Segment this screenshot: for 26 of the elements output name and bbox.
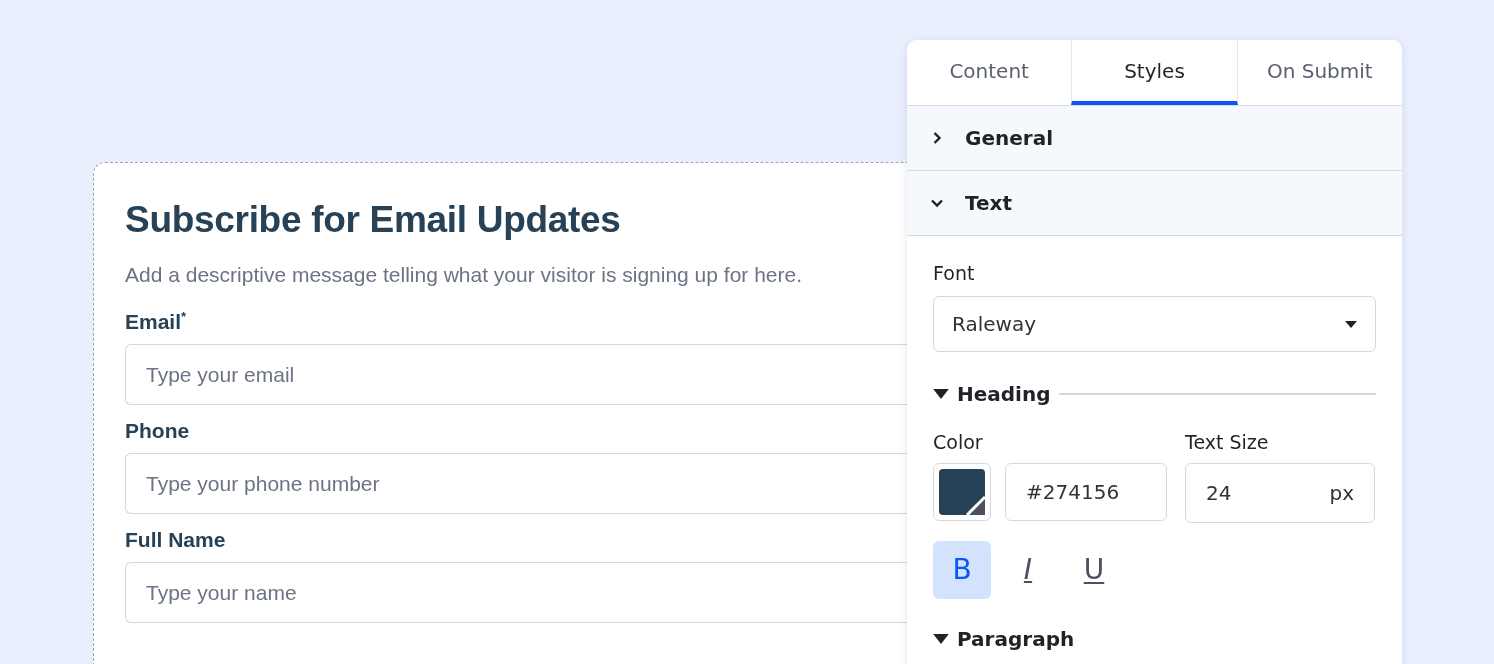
tab[interactable]: Content <box>907 40 1072 105</box>
input-field[interactable]: Type your name <box>125 562 907 623</box>
field-label: Phone <box>125 419 191 443</box>
font-dropdown[interactable]: Raleway <box>933 296 1376 352</box>
section-header[interactable]: General <box>907 106 1402 171</box>
underline-button[interactable]: U <box>1065 540 1123 599</box>
tab[interactable]: On Submit <box>1237 40 1402 105</box>
form-description: Add a descriptive message telling what your visitor is signing up for here. <box>125 263 802 287</box>
form-title: Subscribe for Email Updates <box>125 199 621 241</box>
field-label: Full Name <box>125 528 227 552</box>
caret-icon <box>1345 320 1357 328</box>
field-label: Email$^{*}$ <box>125 309 188 334</box>
bold-button[interactable]: B <box>933 540 991 599</box>
text-size-label: Text Size <box>1185 430 1270 453</box>
tab[interactable]: Styles <box>1071 40 1238 105</box>
triangle-down-icon <box>933 633 949 644</box>
input-field[interactable]: Type your email <box>125 344 907 405</box>
text-size-field[interactable]: 24 px <box>1185 462 1375 523</box>
section-header[interactable]: Text <box>907 171 1402 236</box>
color-swatch[interactable] <box>933 462 991 521</box>
font-label: Font <box>933 262 976 284</box>
triangle-down-icon <box>933 389 949 399</box>
color-label: Color <box>933 430 984 453</box>
color-hex-field[interactable]: #274156 <box>1005 462 1167 521</box>
italic-button[interactable]: I <box>999 540 1057 599</box>
input-field[interactable]: Type your phone number <box>125 453 907 514</box>
